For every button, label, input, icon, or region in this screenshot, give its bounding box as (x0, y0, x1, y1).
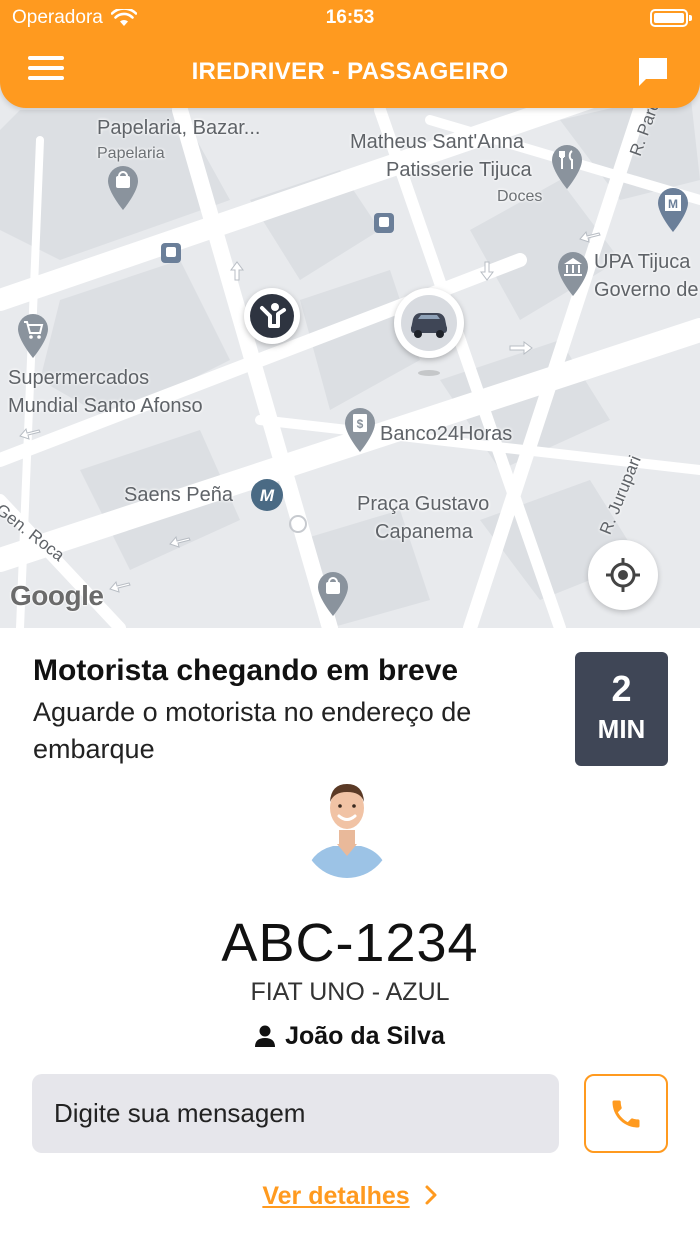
driver-avatar (303, 784, 391, 878)
passenger-marker[interactable] (244, 288, 300, 344)
map-place-praca: Praça Gustavo (357, 493, 490, 515)
trip-status-description: Aguarde o motorista no endereço de embar… (33, 697, 472, 764)
metro-icon: M (251, 479, 283, 511)
map-place-mundial: Mundial Santo Afonso (8, 395, 203, 417)
shopping-bag-icon (318, 572, 348, 616)
shopping-cart-icon (18, 314, 48, 358)
map-place-papelaria-category: Papelaria (97, 145, 165, 162)
map-place-upa: UPA Tijuca (594, 251, 691, 273)
view-details-label: Ver detalhes (262, 1182, 410, 1210)
driver-car-marker[interactable] (394, 288, 464, 358)
bus-stop-icon (161, 243, 181, 263)
restaurant-icon (552, 145, 582, 189)
map-place-supermercados: Supermercados (8, 367, 150, 389)
map-place-matheus: Matheus Sant'Anna (350, 131, 524, 153)
view-details-link[interactable]: Ver detalhes (0, 1182, 700, 1211)
vehicle-plate: ABC-1234 (221, 913, 479, 973)
svg-text:M: M (260, 486, 275, 505)
eta-value: 2 (611, 668, 632, 709)
driver-name: João da Silva (285, 1022, 445, 1050)
map-place-capanema: Capanema (375, 521, 473, 543)
car-icon (401, 295, 457, 351)
map-place-patisserie: Patisserie Tijuca (386, 159, 532, 181)
map-place-saens-pena: Saens Peña (124, 484, 233, 506)
trip-info-sheet: Motorista chegando em breve Aguarde o mo… (0, 628, 700, 1244)
government-icon (558, 252, 588, 296)
svg-text:M: M (668, 197, 678, 211)
shopping-bag-icon (108, 166, 138, 210)
app-header: Operadora 16:53 IREDRIVER - PASSAGEIRO (0, 0, 700, 108)
chat-icon (639, 58, 667, 86)
svg-text:$: $ (357, 417, 364, 431)
eta-unit: MIN (597, 714, 646, 744)
passenger-icon (250, 294, 294, 338)
eta-badge: 2 MIN (575, 652, 668, 766)
my-location-button[interactable] (588, 540, 658, 610)
chat-button[interactable] (636, 55, 670, 89)
trip-status-title: Motorista chegando em breve (33, 654, 459, 687)
person-icon (255, 1025, 276, 1047)
status-time: 16:53 (325, 7, 375, 28)
call-button[interactable] (584, 1074, 668, 1153)
museum-icon: M (658, 188, 688, 232)
vehicle-model: FIAT UNO - AZUL (250, 978, 450, 1006)
crosshair-icon (606, 558, 640, 592)
chevron-right-icon (425, 1185, 437, 1205)
map-place-patisserie-category: Doces (497, 188, 543, 205)
status-bar: Operadora 16:53 (0, 0, 700, 36)
map-place-banco24horas: Banco24Horas (380, 423, 513, 445)
nav-bar: IREDRIVER - PASSAGEIRO (0, 36, 700, 108)
map-place-upa-gov: Governo de (594, 279, 699, 301)
phone-icon (612, 1100, 640, 1127)
message-input[interactable] (32, 1074, 559, 1153)
google-attribution: Google (10, 580, 104, 611)
page-title: IREDRIVER - PASSAGEIRO (191, 58, 509, 85)
driver-name-row: João da Silva (0, 1022, 700, 1051)
marker-shadow (418, 370, 440, 376)
bank-icon: $ (345, 408, 375, 452)
bus-stop-icon (374, 213, 394, 233)
map-place-papelaria: Papelaria, Bazar... (97, 117, 261, 139)
battery-icon (650, 9, 692, 27)
